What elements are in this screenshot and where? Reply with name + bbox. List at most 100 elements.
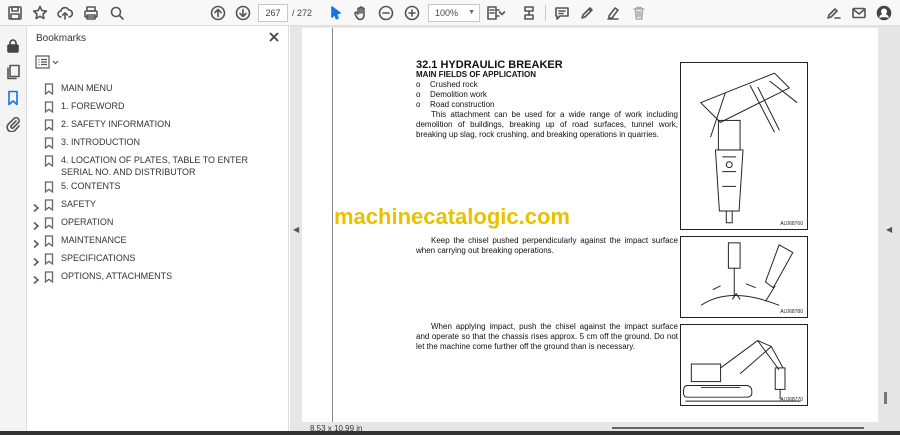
bookmark-item[interactable]: MAIN MENU (27, 81, 289, 99)
chevron-right-icon[interactable] (32, 254, 40, 267)
bookmark-item[interactable]: 3. INTRODUCTION (27, 135, 289, 153)
collapse-left-icon[interactable]: ◀ (293, 225, 299, 234)
bookmark-item[interactable]: 2. SAFETY INFORMATION (27, 117, 289, 135)
figure-excavator: AL068770 (680, 324, 808, 406)
upload-cloud-icon[interactable] (56, 4, 74, 22)
save-icon[interactable] (6, 4, 24, 22)
account-icon[interactable] (875, 4, 893, 22)
star-icon[interactable] (31, 4, 49, 22)
highlight-icon[interactable] (604, 4, 622, 22)
trash-icon[interactable] (630, 4, 648, 22)
list-item-text: Crushed rock (430, 80, 478, 89)
bookmark-item[interactable]: SAFETY (27, 197, 289, 215)
list-marker: o (416, 100, 421, 109)
figure-breaker: AL068760 (680, 62, 808, 230)
print-icon[interactable] (82, 4, 100, 22)
bookmark-label: 5. CONTENTS (61, 181, 121, 191)
bookmark-icon (44, 82, 54, 96)
bookmark-icon (44, 198, 54, 212)
pen-icon[interactable] (578, 4, 596, 22)
bookmark-icon (44, 252, 54, 266)
mail-icon[interactable] (850, 4, 868, 22)
paragraph-applications: This attachment can be used for a wide r… (416, 110, 678, 139)
zoom-out-icon[interactable] (377, 4, 395, 22)
list-item-text: Demolition work (430, 90, 487, 99)
figure-code: AL068770 (780, 397, 803, 403)
bookmarks-panel-title: Bookmarks (36, 33, 87, 44)
bookmark-label: MAINTENANCE (61, 235, 127, 245)
hand-tool-icon[interactable] (352, 4, 370, 22)
paragraph-chisel-angle: Keep the chisel pushed perpendicularly a… (416, 236, 678, 255)
bookmark-label: 3. INTRODUCTION (61, 137, 141, 147)
select-cursor-icon[interactable] (327, 4, 345, 22)
page-total: / 272 (292, 8, 313, 18)
bookmarks-panel: Bookmarks MAIN MENU 1. FOREWORD 2. SAFET… (27, 26, 289, 435)
bookmark-label: 2. SAFETY INFORMATION (61, 119, 171, 129)
horizontal-scrollbar[interactable] (612, 427, 864, 429)
toolbar: 267 / 272 100% ▼ (0, 0, 900, 26)
bookmark-item[interactable]: 5. CONTENTS (27, 179, 289, 197)
bookmark-icon (44, 118, 54, 132)
section-subheading: MAIN FIELDS OF APPLICATION (416, 70, 536, 79)
figure-chisel-angle: AL068780 (680, 236, 808, 318)
figure-code: AL068780 (780, 309, 803, 315)
chevron-right-icon[interactable] (32, 272, 40, 285)
comment-icon[interactable] (553, 4, 571, 22)
zoom-in-icon[interactable] (403, 4, 421, 22)
lock-icon[interactable] (5, 38, 21, 54)
bookmark-label: SAFETY (61, 199, 97, 209)
zoom-level-value: 100% (435, 8, 459, 18)
attachment-icon[interactable] (5, 116, 21, 133)
bookmark-item[interactable]: OPTIONS, ATTACHMENTS (27, 269, 289, 287)
fill-sign-icon[interactable] (825, 4, 843, 22)
taskbar-strip (0, 431, 900, 435)
bookmark-list: MAIN MENU 1. FOREWORD 2. SAFETY INFORMAT… (27, 81, 289, 287)
bookmark-icon (44, 100, 54, 114)
bookmark-icon (44, 136, 54, 150)
bookmark-icon (44, 216, 54, 230)
page-thumbnails-icon[interactable] (5, 64, 21, 80)
vertical-scrollbar[interactable] (884, 392, 887, 404)
bookmark-item[interactable]: 4. LOCATION OF PLATES, TABLE TO ENTER SE… (27, 153, 289, 179)
bookmark-item[interactable]: MAINTENANCE (27, 233, 289, 251)
page-fit-chevron-icon[interactable] (498, 4, 506, 22)
list-marker: o (416, 90, 421, 99)
paragraph-impact: When applying impact, push the chisel ag… (416, 322, 678, 351)
zoom-search-icon[interactable] (108, 4, 126, 22)
list-item-text: Road construction (430, 100, 495, 109)
bookmark-icon (44, 154, 54, 168)
watermark-text: machinecatalogic.com (334, 204, 570, 229)
list-item: o Demolition work (416, 90, 494, 100)
bookmark-icon (44, 234, 54, 248)
collapse-right-icon[interactable]: ◀ (886, 225, 892, 234)
bookmark-icon (44, 180, 54, 194)
bookmark-label: OPERATION (61, 217, 114, 227)
page-number-input[interactable]: 267 (258, 4, 288, 22)
bookmark-options-button[interactable] (35, 55, 61, 69)
bookmark-label: OPTIONS, ATTACHMENTS (61, 271, 173, 281)
chevron-right-icon[interactable] (32, 218, 40, 231)
bookmark-label: MAIN MENU (61, 83, 113, 93)
list-item: o Crushed rock (416, 80, 494, 90)
bookmark-label: 1. FOREWORD (61, 101, 125, 111)
bookmark-item[interactable]: OPERATION (27, 215, 289, 233)
list-marker: o (416, 80, 421, 89)
left-rail (0, 26, 27, 435)
scroll-mode-icon[interactable] (520, 4, 538, 22)
bookmark-label: 4. LOCATION OF PLATES, TABLE TO ENTER SE… (61, 155, 249, 177)
page-up-icon[interactable] (209, 4, 227, 22)
application-list: o Crushed rock o Demolition work o Road con… (416, 80, 494, 110)
page-margin-line (332, 28, 333, 422)
bookmark-item[interactable]: 1. FOREWORD (27, 99, 289, 117)
zoom-level-dropdown[interactable]: 100% ▼ (428, 4, 480, 22)
chevron-right-icon[interactable] (32, 236, 40, 249)
chevron-down-icon: ▼ (468, 9, 475, 16)
bookmark-panel-icon[interactable] (5, 90, 21, 106)
toolbar-divider (545, 5, 546, 21)
bookmark-label: SPECIFICATIONS (61, 253, 136, 263)
bookmark-icon (44, 270, 54, 284)
page-down-icon[interactable] (234, 4, 252, 22)
bookmark-item[interactable]: SPECIFICATIONS (27, 251, 289, 269)
chevron-right-icon[interactable] (32, 200, 40, 213)
close-icon[interactable] (268, 30, 282, 44)
